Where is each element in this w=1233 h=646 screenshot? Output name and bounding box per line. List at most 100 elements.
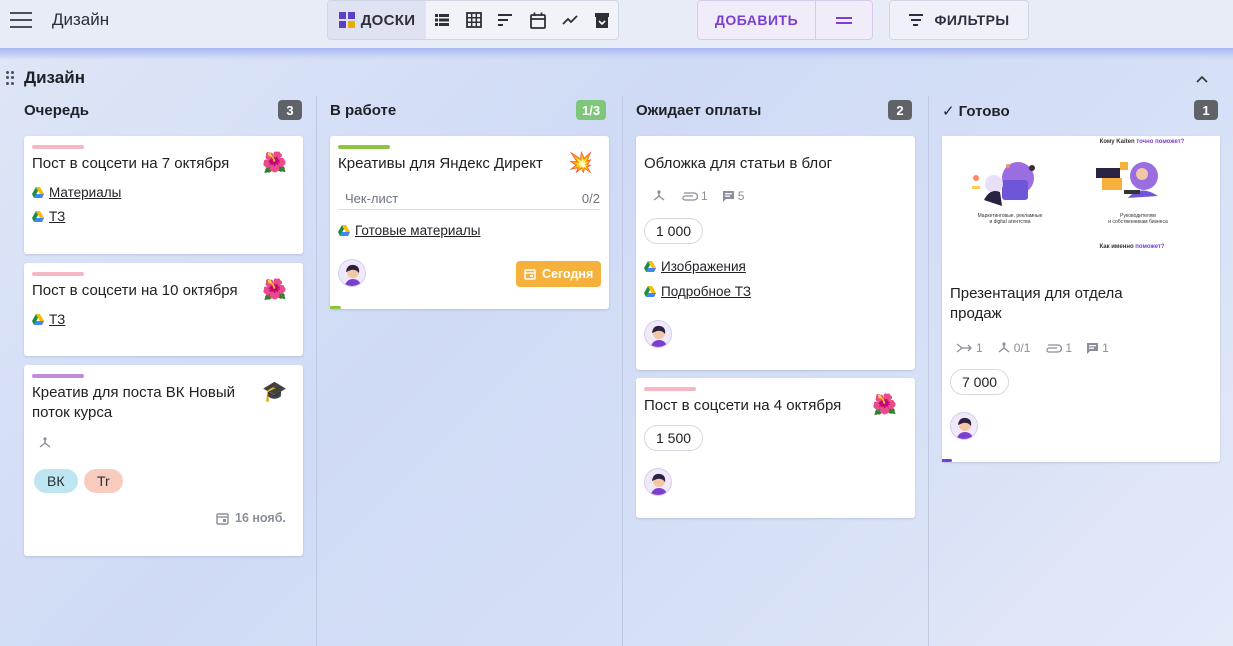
column-count-badge: 2 xyxy=(888,100,912,120)
view-list-button[interactable] xyxy=(426,1,458,39)
filters-button[interactable]: ФИЛЬТРЫ xyxy=(889,0,1029,40)
column-title: Очередь xyxy=(24,102,89,119)
google-drive-icon xyxy=(644,261,656,272)
column-queue: Очередь 3 Пост в соцсети на 7 октября 🌺 … xyxy=(24,96,304,646)
card[interactable]: Пост в соцсети на 10 октября 🌺 ТЗ xyxy=(24,263,303,356)
attachment-count: 1 xyxy=(1044,341,1072,355)
google-drive-icon xyxy=(644,286,656,297)
drive-link[interactable]: ТЗ xyxy=(32,312,65,327)
avatar[interactable] xyxy=(644,320,672,348)
add-options-button[interactable] xyxy=(816,1,872,39)
due-today-badge[interactable]: Сегодня xyxy=(516,261,602,287)
google-drive-icon xyxy=(32,211,44,222)
card-progress-bar xyxy=(330,306,341,309)
view-boards-button[interactable]: ДОСКИ xyxy=(328,1,426,39)
checklist-progress: 0/2 xyxy=(581,191,600,206)
calendar-icon xyxy=(216,512,229,525)
checklist[interactable]: Чек-лист 0/2 xyxy=(338,191,600,210)
card-title: Пост в соцсети на 10 октября xyxy=(32,282,238,299)
drive-link[interactable]: Изображения xyxy=(644,259,746,274)
card[interactable]: Обложка для статьи в блог 1 5 1 000 Изоб… xyxy=(636,136,915,370)
column-done: ✓ Готово 1 Кому Kaiten точно поможет? Ма… xyxy=(942,96,1222,646)
card-progress-bar xyxy=(942,459,952,462)
column-divider xyxy=(316,96,317,646)
view-calendar-button[interactable] xyxy=(522,1,554,39)
column-divider xyxy=(622,96,623,646)
cover-footer: Как именно поможет? xyxy=(1099,244,1165,250)
drive-link[interactable]: ТЗ xyxy=(32,209,65,224)
comment-icon xyxy=(1087,343,1099,354)
view-gantt-button[interactable] xyxy=(490,1,522,39)
card-meta: 1 0/1 1 1 xyxy=(956,341,1123,355)
view-archive-button[interactable] xyxy=(586,1,618,39)
subtasks-icon xyxy=(38,437,52,449)
amount-badge: 1 000 xyxy=(644,218,704,244)
avatar[interactable] xyxy=(950,412,978,440)
drive-link[interactable]: Готовые материалы xyxy=(338,223,480,238)
check-icon: ✓ xyxy=(942,103,955,120)
comment-count: 5 xyxy=(722,189,744,203)
card[interactable]: Пост в соцсети на 4 октября 🌺 1 500 xyxy=(636,378,915,518)
column-in-progress: В работе 1/3 Креативы для Яндекс Директ … xyxy=(330,96,610,646)
space-title: Дизайн xyxy=(52,10,110,29)
card-title: Креативы для Яндекс Директ xyxy=(338,155,543,172)
boards-icon xyxy=(338,12,355,28)
avatar[interactable] xyxy=(644,468,672,496)
card-title: Обложка для статьи в блог xyxy=(644,155,833,172)
card-title-line: поток курса xyxy=(32,404,113,421)
column-title: В работе xyxy=(330,102,397,119)
view-switcher: ДОСКИ xyxy=(327,0,619,40)
column-count-badge: 1/3 xyxy=(576,100,607,120)
top-bar-divider xyxy=(0,48,1233,60)
tag-vk[interactable]: ВК xyxy=(34,469,78,493)
trend-icon xyxy=(562,15,578,25)
board-title: Дизайн xyxy=(24,68,85,87)
tag-tg[interactable]: Tr xyxy=(84,469,123,493)
cover-caption-right: Руководителям и собственникам бизнеса xyxy=(1108,213,1168,225)
card[interactable]: Пост в соцсети на 7 октября 🌺 Материалы … xyxy=(24,136,303,254)
menu-icon[interactable] xyxy=(10,12,32,28)
table-icon xyxy=(466,12,482,28)
column-title: ✓ Готово xyxy=(942,102,1010,121)
cover-image: Кому Kaiten точно поможет? Маркетинговые… xyxy=(942,136,1220,271)
card[interactable]: Креатив для поста ВК Новый поток курса 🎓… xyxy=(24,365,303,556)
drag-handle-icon[interactable] xyxy=(6,71,16,85)
filters-label: ФИЛЬТРЫ xyxy=(934,12,1010,28)
view-table-button[interactable] xyxy=(458,1,490,39)
paperclip-icon xyxy=(682,191,698,201)
subtasks-icon xyxy=(652,190,666,202)
hibiscus-icon: 🌺 xyxy=(262,279,287,301)
gantt-icon xyxy=(498,14,512,26)
attachment-count: 1 xyxy=(680,189,708,203)
relations-count: 1 xyxy=(956,341,983,355)
comment-icon xyxy=(722,191,734,202)
list-icon xyxy=(435,14,449,26)
checklist-label: Чек-лист xyxy=(345,191,399,206)
amount-badge: 1 500 xyxy=(644,425,704,451)
merge-icon xyxy=(956,343,972,353)
cover-caption-left: Маркетинговые, рекламные и digital агентс… xyxy=(977,213,1043,225)
calendar-icon xyxy=(524,269,536,280)
subtasks-icon xyxy=(998,342,1010,353)
drive-link[interactable]: Материалы xyxy=(32,185,121,200)
card-meta: 1 5 xyxy=(652,189,758,203)
drive-link[interactable]: Подробное ТЗ xyxy=(644,284,751,299)
card-title: Пост в соцсети на 4 октября xyxy=(644,397,842,414)
card-color-stripe xyxy=(32,272,84,276)
add-button[interactable]: ДОБАВИТЬ xyxy=(698,1,816,39)
card-title-line: продаж xyxy=(950,305,1002,322)
card[interactable]: Кому Kaiten точно поможет? Маркетинговые… xyxy=(942,136,1220,462)
view-reports-button[interactable] xyxy=(554,1,586,39)
card-title: Пост в соцсети на 7 октября xyxy=(32,155,230,172)
card-title-line: Креатив для поста ВК Новый xyxy=(32,384,236,401)
amount-badge: 7 000 xyxy=(950,369,1010,395)
avatar[interactable] xyxy=(338,259,366,287)
card[interactable]: Креативы для Яндекс Директ 💥 Чек-лист 0/… xyxy=(330,136,609,309)
collision-icon: 💥 xyxy=(568,152,593,174)
graduation-cap-icon: 🎓 xyxy=(262,381,287,403)
column-divider xyxy=(928,96,929,646)
paperclip-icon xyxy=(1046,343,1063,353)
column-awaiting-payment: Ожидает оплаты 2 Обложка для статьи в бл… xyxy=(636,96,916,646)
collapse-icon[interactable] xyxy=(1196,70,1208,86)
google-drive-icon xyxy=(32,314,44,325)
